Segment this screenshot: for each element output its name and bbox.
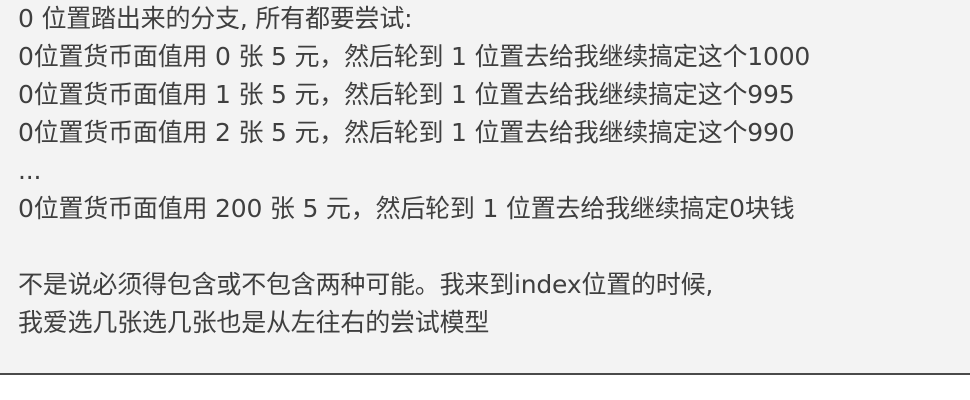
note-line-one-note: 0位置货币面值用 1 张 5 元，然后轮到 1 位置去给我继续搞定这个995 — [18, 80, 795, 109]
note-line-zero-notes: 0位置货币面值用 0 张 5 元，然后轮到 1 位置去给我继续搞定这个1000 — [18, 42, 811, 71]
note-line-explanation-1: 不是说必须得包含或不包含两种可能。我来到index位置的时候, — [18, 270, 714, 299]
note-line-ellipsis: ... — [18, 156, 42, 185]
note-line-explanation-2: 我爱选几张选几张也是从左往右的尝试模型 — [18, 308, 490, 337]
note-blank-line — [18, 228, 958, 266]
note-line-two-notes: 0位置货币面值用 2 张 5 元，然后轮到 1 位置去给我继续搞定这个990 — [18, 118, 795, 147]
note-line-200-notes: 0位置货币面值用 200 张 5 元，然后轮到 1 位置去给我继续搞定0块钱 — [18, 194, 795, 223]
note-line-branch-intro: 0 位置踏出来的分支, 所有都要尝试: — [18, 4, 413, 33]
below-area — [0, 375, 970, 400]
note-text-block: 0 位置踏出来的分支, 所有都要尝试: 0位置货币面值用 0 张 5 元，然后轮… — [18, 0, 958, 342]
